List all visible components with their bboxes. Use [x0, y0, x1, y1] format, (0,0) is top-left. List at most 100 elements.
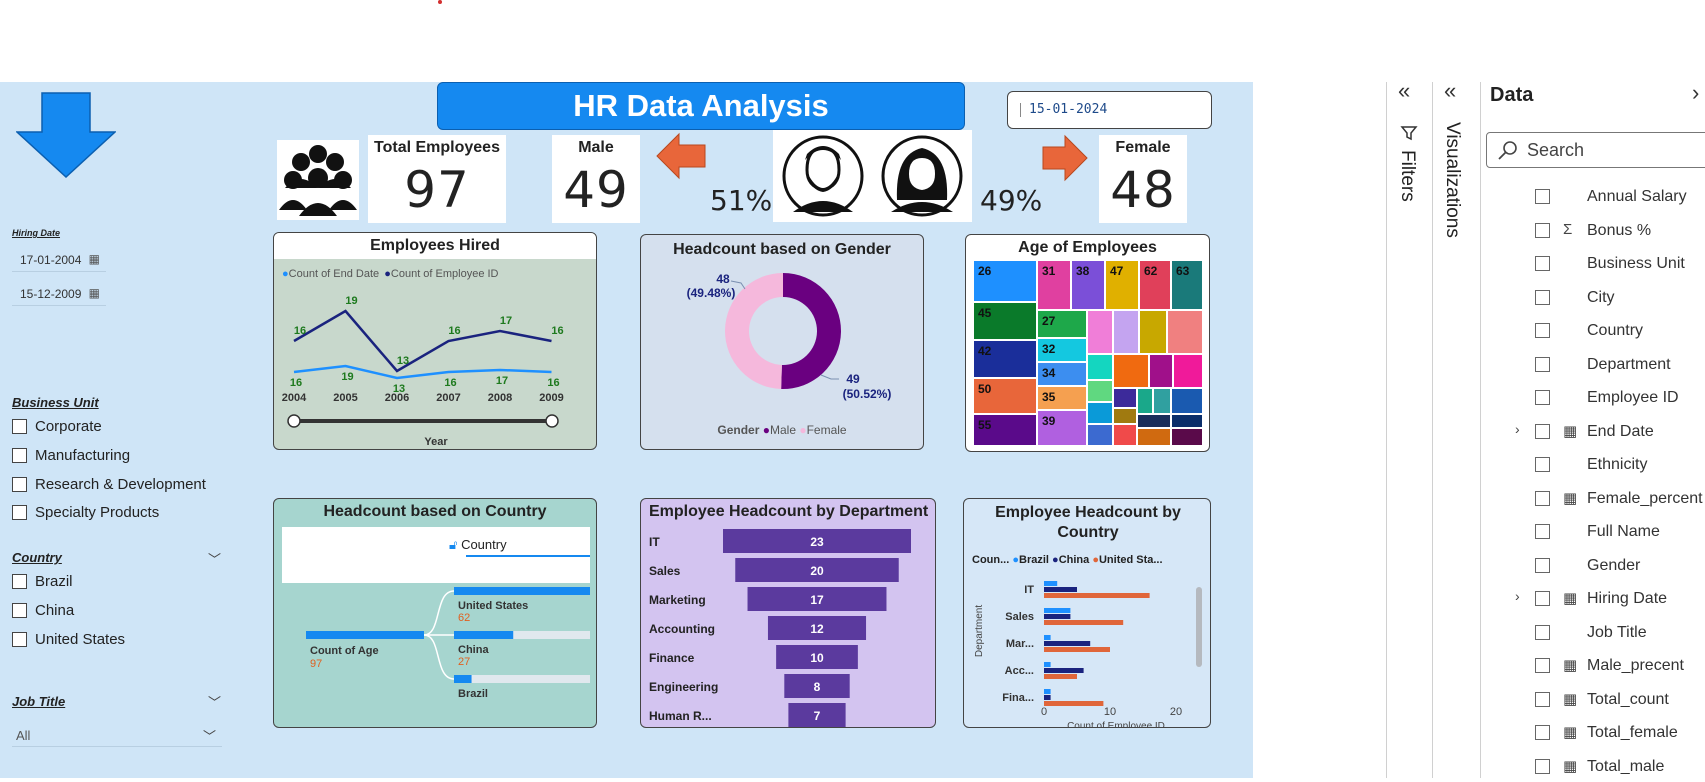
age-treemap[interactable]: Age of Employees 26 31 38 47 62 63 45 27 42 32 34 5… [965, 234, 1210, 452]
checkbox[interactable] [1535, 256, 1550, 271]
legend-item: Count of End Date [288, 268, 380, 280]
treemap-cell [1088, 355, 1112, 379]
country-option[interactable]: Brazil [12, 573, 73, 590]
bar [1044, 614, 1071, 619]
chevron-right-icon[interactable]: › [1515, 421, 1520, 437]
option-label: United States [35, 631, 126, 648]
field-name: Gender [1587, 556, 1641, 574]
checkbox[interactable] [12, 603, 27, 618]
bar-plot: IT Sales Mar... Acc... Fina... 0 10 20 Count of … [974, 581, 1202, 727]
checkbox[interactable] [1535, 758, 1550, 774]
checkbox[interactable] [12, 632, 27, 647]
search-input[interactable]: Search [1486, 132, 1705, 168]
checkbox[interactable] [1535, 624, 1550, 640]
bar [1044, 662, 1051, 667]
job-title-dropdown[interactable]: All ﹀ [12, 723, 222, 747]
calculator-icon: ▦ [1563, 757, 1578, 775]
collapse-filters-icon[interactable]: « [1398, 78, 1410, 104]
female-label: Female [1115, 139, 1171, 156]
hiring-date-end[interactable]: 15-12-2009 ▦ [12, 282, 106, 306]
chevron-down-icon[interactable]: ﹀ [208, 692, 221, 711]
data-label: 12 [810, 622, 824, 636]
business-unit-option[interactable]: Research & Development [12, 476, 206, 493]
chevron-down-icon[interactable]: ﹀ [208, 549, 221, 568]
treemap-cell [1114, 409, 1136, 423]
field-name: Total_male [1587, 757, 1665, 775]
chevron-down-icon[interactable]: ﹀ [203, 726, 216, 745]
treemap-cell [1138, 415, 1170, 427]
calculator-icon: ▦ [1563, 489, 1578, 507]
x-tick-label: 10 [1104, 706, 1116, 718]
department-funnel-chart[interactable]: Employee Headcount by Department 23 IT 20 S… [640, 498, 936, 728]
branch-track [454, 675, 590, 683]
checkbox[interactable] [1535, 390, 1550, 405]
treemap-cell: 63 [1172, 261, 1202, 309]
x-tick-label: 2005 [333, 392, 357, 404]
checkbox[interactable] [1535, 189, 1550, 204]
checkbox[interactable] [12, 448, 27, 463]
checkbox[interactable] [1535, 423, 1550, 439]
checkbox[interactable] [1535, 323, 1550, 338]
gender-donut-chart[interactable]: Headcount based on Gender 48 (49.48%) 49 (5… [640, 234, 924, 450]
checkbox[interactable] [1535, 658, 1550, 673]
hiring-date-start[interactable]: 17-01-2004 ▦ [12, 248, 106, 272]
tree-filter-label: Country [461, 537, 507, 552]
treemap-cell: 55 [974, 415, 1036, 445]
chart-title: Employee Headcount by Department [649, 503, 929, 520]
hiring-date-start-value: 17-01-2004 [20, 253, 82, 267]
checkbox[interactable] [1535, 725, 1550, 740]
checkbox[interactable] [1535, 490, 1550, 506]
series-line [293, 309, 552, 373]
business-unit-option[interactable]: Manufacturing [12, 447, 130, 464]
treemap-cell [1168, 311, 1202, 353]
x-tick-label: 2009 [539, 392, 563, 404]
employees-hired-chart[interactable]: Employees Hired ●Count of End Date ●Coun… [273, 232, 597, 450]
checkbox[interactable] [12, 419, 27, 434]
collapse-data-icon[interactable]: › [1692, 80, 1699, 106]
female-value: 48 [1110, 161, 1176, 219]
checkbox[interactable] [1535, 691, 1550, 707]
visualizations-pane-tab[interactable]: Visualizations [1441, 122, 1463, 238]
checkbox[interactable] [1535, 557, 1550, 573]
line-plot: 1616200419192005131320061616200717172008… [282, 295, 564, 448]
collapse-visualizations-icon[interactable]: « [1444, 78, 1456, 104]
data-label: 49 [846, 372, 860, 386]
calendar-icon[interactable]: ▦ [89, 252, 100, 266]
checkbox[interactable] [1535, 457, 1550, 472]
business-unit-option[interactable]: Specialty Products [12, 504, 159, 521]
treemap-cell [1114, 311, 1138, 353]
checkbox[interactable] [1535, 591, 1550, 606]
data-label: 20 [810, 564, 824, 578]
y-axis-label: Department [974, 605, 985, 657]
checkbox[interactable] [1535, 289, 1550, 305]
treemap-cell [1114, 425, 1136, 445]
treemap-label: 42 [978, 344, 992, 358]
tree-plot: Count of Age97 United States62 China27 Braz… [306, 587, 590, 700]
filters-pane-tab[interactable]: Filters [1396, 150, 1418, 202]
female-percent: 49% [980, 184, 1043, 217]
branch-label: United States [458, 600, 528, 612]
calendar-icon[interactable]: ▦ [89, 286, 100, 300]
checkbox[interactable] [12, 574, 27, 589]
business-unit-option[interactable]: Corporate [12, 418, 102, 435]
checkbox[interactable] [1535, 356, 1550, 372]
checkbox[interactable] [12, 477, 27, 492]
dept-country-bar-chart[interactable]: Employee Headcount by Country Coun... ●B… [963, 498, 1211, 728]
country-option[interactable]: United States [12, 631, 125, 648]
x-tick-label: 2004 [282, 392, 307, 404]
x-tick-label: 0 [1041, 706, 1047, 718]
checkbox[interactable] [12, 505, 27, 520]
country-decomposition-tree[interactable]: Headcount based on Country 🔓︎ Country Co… [273, 498, 597, 728]
checkbox[interactable] [1535, 524, 1550, 539]
category-label: Engineering [649, 680, 718, 694]
chart-title: Headcount based on Country [323, 503, 547, 520]
lock-icon: 🔓︎ [449, 537, 458, 552]
chevron-right-icon[interactable]: › [1515, 588, 1520, 604]
country-option[interactable]: China [12, 602, 74, 619]
donut-slice [781, 273, 841, 389]
range-slider-handle [545, 414, 559, 428]
checkbox[interactable] [1535, 222, 1550, 238]
tree-filter[interactable]: 🔓︎ Country [449, 537, 507, 553]
date-input[interactable]: 15-01-2024 [1007, 91, 1212, 129]
treemap-label: 35 [1042, 390, 1056, 404]
